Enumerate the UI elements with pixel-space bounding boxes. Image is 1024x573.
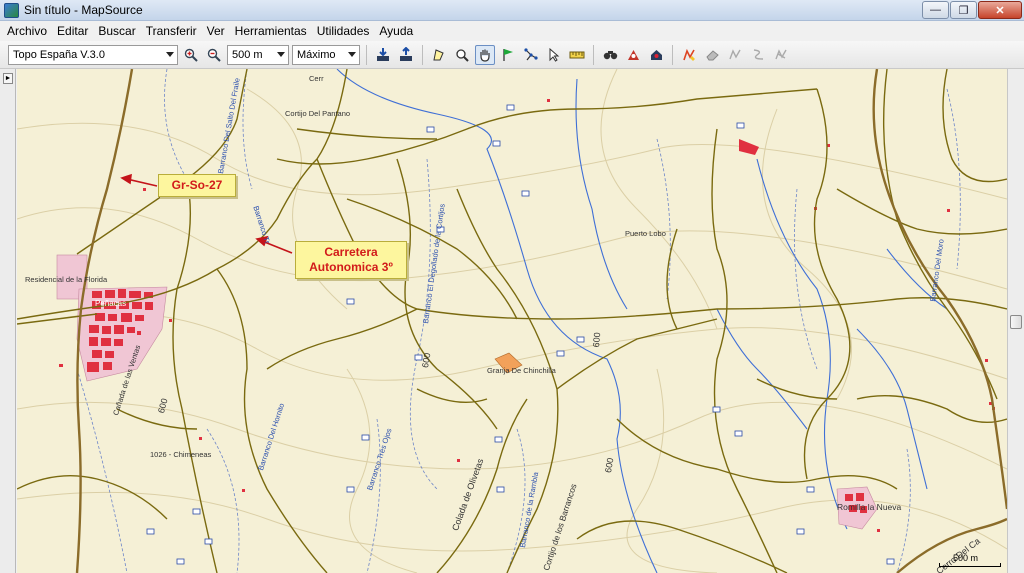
find-places-icon[interactable]: [600, 45, 620, 65]
zoom-out-icon[interactable]: [204, 45, 224, 65]
toolbar: Topo España V.3.0 500 m Máximo: [0, 41, 1024, 69]
zoom-scale-value: 500 m: [232, 48, 263, 61]
left-panel-strip: ►: [0, 69, 16, 573]
hand-tool-icon[interactable]: [475, 44, 495, 65]
menu-utilidades[interactable]: Utilidades: [312, 21, 375, 41]
callout-gr-so-27-text: Gr-So-27: [171, 178, 223, 192]
map-label-town: Peñacas: [95, 299, 127, 308]
toolbar-separator: [672, 44, 673, 65]
map-label-chimeneas: 1026 - Chimeneas: [150, 450, 212, 459]
map-label-romilla: Romilla la Nueva: [837, 502, 902, 512]
chevron-down-icon: [348, 52, 356, 57]
map-label-elevation: 600: [591, 331, 603, 348]
callout-carretera-autonomica: Carretera Autonomica 3º: [295, 241, 407, 279]
map-product-value: Topo España V.3.0: [13, 48, 105, 61]
callout-carretera-line1: Carretera: [324, 245, 378, 259]
zoom-in-icon[interactable]: [181, 45, 201, 65]
window-controls: — ❐ ✕: [922, 1, 1022, 19]
detail-select[interactable]: Máximo: [292, 44, 360, 65]
menu-herramientas[interactable]: Herramientas: [230, 21, 312, 41]
expand-panel-button[interactable]: ►: [3, 73, 13, 84]
mapsource-window: Sin título - MapSource — ❐ ✕ Archivo Edi…: [0, 0, 1024, 573]
mapsource-app-icon: [4, 2, 19, 18]
menu-bar: Archivo Editar Buscar Transferir Ver Her…: [0, 21, 1024, 41]
map-label-granja: Granja De Chinchilla: [487, 366, 556, 375]
route-tool-icon[interactable]: [521, 45, 541, 65]
send-to-device-icon[interactable]: [396, 45, 416, 65]
callout-gr-so-27: Gr-So-27: [158, 174, 236, 197]
toolbar-separator: [593, 44, 594, 65]
vertical-scrollbar[interactable]: [1007, 69, 1024, 573]
menu-ver[interactable]: Ver: [202, 21, 230, 41]
map-label-cerro: Cerr: [309, 74, 324, 83]
map-scale-ruler: [939, 563, 1001, 567]
menu-buscar[interactable]: Buscar: [93, 21, 140, 41]
window-title: Sin título - MapSource: [24, 3, 143, 17]
find-nearest-icon[interactable]: [623, 45, 643, 65]
waypoint-tool-icon[interactable]: [498, 45, 518, 65]
chevron-down-icon: [277, 52, 285, 57]
find-address-icon[interactable]: [646, 45, 666, 65]
map-view[interactable]: Residencial de la Florida Peñacas Cortij…: [17, 69, 1007, 573]
map-product-select[interactable]: Topo España V.3.0: [8, 44, 178, 65]
zoom-scale-select[interactable]: 500 m: [227, 44, 289, 65]
menu-archivo[interactable]: Archivo: [2, 21, 52, 41]
track-disabled-icon[interactable]: [725, 45, 745, 65]
menu-transferir[interactable]: Transferir: [141, 21, 202, 41]
route-disabled-icon[interactable]: [748, 45, 768, 65]
detail-value: Máximo: [297, 48, 336, 61]
zoom-tool-icon[interactable]: [452, 45, 472, 65]
track-join-icon[interactable]: [771, 45, 791, 65]
map-canvas: [17, 69, 1007, 573]
track-edit-icon[interactable]: [679, 45, 699, 65]
selection-tool-icon[interactable]: [429, 45, 449, 65]
receive-from-device-icon[interactable]: [373, 45, 393, 65]
map-label-puerto-lobo: Puerto Lobo: [625, 229, 666, 238]
distance-tool-icon[interactable]: [567, 45, 587, 65]
map-scale-bar: 500 m: [939, 553, 1001, 567]
toolbar-separator: [422, 44, 423, 65]
pointer-tool-icon[interactable]: [544, 45, 564, 65]
menu-ayuda[interactable]: Ayuda: [374, 21, 418, 41]
menu-editar[interactable]: Editar: [52, 21, 93, 41]
map-scale-text: 500 m: [953, 553, 979, 563]
map-label-residencial: Residencial de la Florida: [25, 275, 108, 284]
minimize-button[interactable]: —: [922, 1, 949, 19]
chevron-down-icon: [166, 52, 174, 57]
maximize-button[interactable]: ❐: [950, 1, 977, 19]
title-bar: Sin título - MapSource — ❐ ✕: [0, 0, 1024, 21]
eraser-tool-icon[interactable]: [702, 45, 722, 65]
scrollbar-thumb[interactable]: [1010, 315, 1022, 329]
toolbar-separator: [366, 44, 367, 65]
close-button[interactable]: ✕: [978, 1, 1022, 19]
map-label-cortijo-pantano: Cortijo Del Pantano: [285, 109, 351, 118]
callout-carretera-line2: Autonomica 3º: [309, 260, 393, 274]
